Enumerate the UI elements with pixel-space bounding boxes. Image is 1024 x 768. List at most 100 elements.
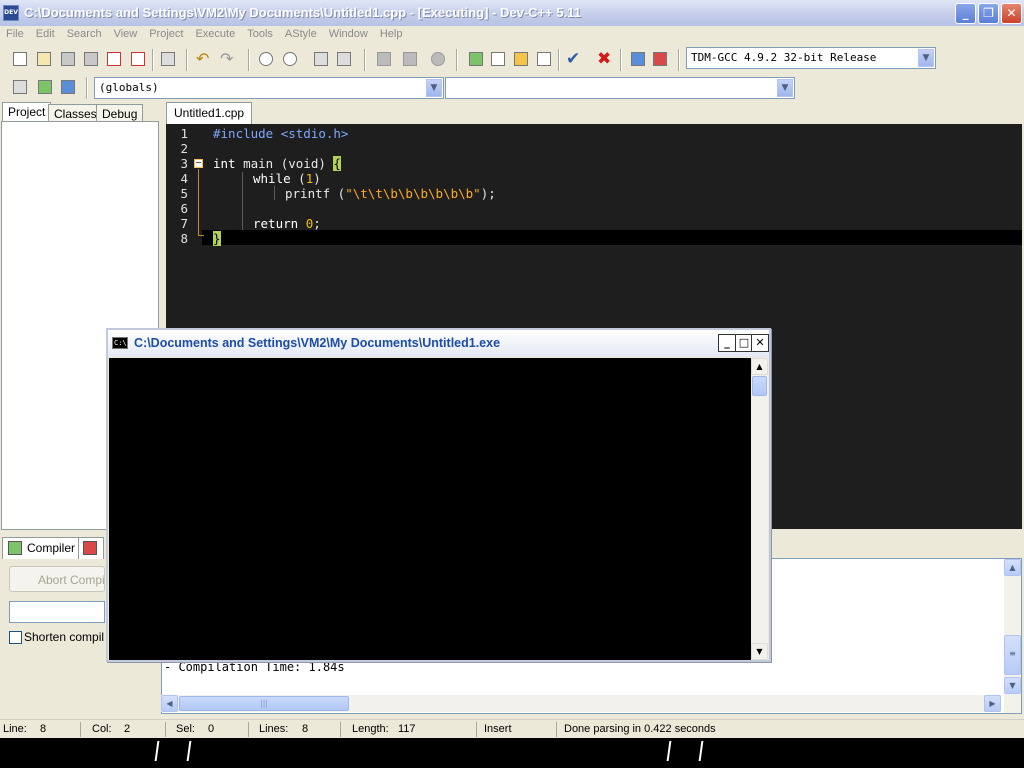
menu-help[interactable]: Help bbox=[374, 26, 409, 40]
shorten-paths-label: Shorten compiler paths bbox=[24, 630, 104, 644]
menu-astyle[interactable]: AStyle bbox=[279, 26, 323, 40]
resources-icon bbox=[83, 541, 97, 555]
line-number: 8 bbox=[180, 231, 188, 246]
log-vertical-scrollbar[interactable]: ▲ ≡ ▼ bbox=[1004, 559, 1021, 713]
scroll-thumb[interactable]: ||| bbox=[179, 696, 349, 711]
save-icon[interactable] bbox=[58, 49, 78, 69]
scroll-thumb[interactable]: ≡ bbox=[1004, 635, 1021, 675]
compile-log-line: - Compilation Time: 1.84s bbox=[164, 660, 345, 674]
scroll-thumb[interactable] bbox=[752, 376, 767, 396]
console-minimize-button[interactable]: _ bbox=[718, 334, 736, 352]
goto-line-icon[interactable] bbox=[311, 49, 331, 69]
scroll-right-icon[interactable]: ▶ bbox=[984, 695, 1001, 712]
find-icon[interactable] bbox=[256, 49, 276, 69]
status-message: Done parsing in 0.422 seconds bbox=[564, 723, 716, 735]
editor-tab-untitled1[interactable]: Untitled1.cpp bbox=[166, 102, 253, 124]
replace-icon[interactable] bbox=[280, 49, 300, 69]
new-file-icon[interactable] bbox=[10, 49, 30, 69]
console-window[interactable]: C:\ C:\Documents and Settings\VM2\My Doc… bbox=[106, 328, 771, 662]
menu-project[interactable]: Project bbox=[143, 26, 189, 40]
devcpp-app-icon[interactable]: DEV bbox=[3, 5, 19, 21]
abort-compilation-button[interactable]: Abort Compilation bbox=[9, 566, 105, 592]
new-project-icon[interactable] bbox=[466, 49, 486, 69]
fold-collapse-icon[interactable]: − bbox=[194, 159, 203, 168]
status-line-label: Line: bbox=[3, 723, 27, 735]
stop-execution-icon[interactable]: ✖ bbox=[597, 49, 617, 69]
check-syntax-icon[interactable]: ✔ bbox=[566, 49, 586, 69]
code-line-4: while (1) bbox=[253, 171, 321, 186]
fold-end bbox=[198, 235, 204, 236]
unindent-icon[interactable] bbox=[400, 49, 420, 69]
toggle-comment-icon[interactable] bbox=[428, 49, 448, 69]
save-all-icon[interactable] bbox=[81, 49, 101, 69]
line-number: 4 bbox=[180, 171, 188, 186]
scroll-down-icon[interactable]: ▼ bbox=[1004, 677, 1021, 694]
tab-project[interactable]: Project bbox=[2, 102, 52, 123]
desktop-strip bbox=[0, 738, 1024, 768]
window-title: C:\Documents and Settings\VM2\My Documen… bbox=[24, 5, 581, 20]
close-all-icon[interactable] bbox=[128, 49, 148, 69]
shorten-paths-checkbox[interactable] bbox=[9, 631, 22, 644]
redo-icon[interactable]: ↷ bbox=[220, 49, 240, 69]
status-col-value: 2 bbox=[124, 723, 131, 735]
close-button[interactable]: ✕ bbox=[1001, 3, 1022, 24]
project-window-icon[interactable] bbox=[488, 49, 508, 69]
console-vertical-scrollbar[interactable]: ▲ ▼ bbox=[751, 358, 768, 660]
status-col-label: Col: bbox=[92, 723, 112, 735]
status-length-value: 117 bbox=[398, 723, 416, 735]
line-number: 6 bbox=[180, 201, 188, 216]
project-options-icon[interactable] bbox=[511, 49, 531, 69]
console-output[interactable] bbox=[109, 358, 751, 660]
chevron-down-icon[interactable]: ▼ bbox=[918, 49, 934, 67]
print-icon[interactable] bbox=[158, 49, 178, 69]
scroll-down-icon[interactable]: ▼ bbox=[751, 643, 768, 660]
scroll-up-icon[interactable]: ▲ bbox=[1004, 559, 1021, 576]
menu-file[interactable]: File bbox=[0, 26, 30, 40]
menu-execute[interactable]: Execute bbox=[189, 26, 241, 40]
open-file-icon[interactable] bbox=[34, 49, 54, 69]
scope-select[interactable]: (globals) ▼ bbox=[94, 77, 444, 99]
indent-guide bbox=[242, 172, 243, 230]
scroll-left-icon[interactable]: ◀ bbox=[161, 695, 178, 712]
tab-compiler[interactable]: Compiler bbox=[2, 537, 81, 559]
menu-view[interactable]: View bbox=[108, 26, 144, 40]
tile-windows-icon[interactable] bbox=[534, 49, 554, 69]
status-sel-value: 0 bbox=[208, 723, 215, 735]
menu-bar: File Edit Search View Project Execute Tools ASt… bbox=[0, 26, 1024, 44]
menu-tools[interactable]: Tools bbox=[241, 26, 279, 40]
log-horizontal-scrollbar[interactable]: ◀ ||| ▶ bbox=[161, 695, 1001, 712]
maximize-button[interactable]: ❐ bbox=[978, 3, 999, 24]
tab-compiler-label: Compiler bbox=[27, 541, 76, 555]
main-title-bar[interactable]: DEV C:\Documents and Settings\VM2\My Doc… bbox=[0, 0, 1024, 26]
compiler-select[interactable]: TDM-GCC 4.9.2 32-bit Release ▼ bbox=[686, 47, 936, 69]
profile-chart-icon[interactable] bbox=[628, 49, 648, 69]
line-number: 3 bbox=[180, 156, 188, 171]
tab-resources[interactable] bbox=[78, 537, 104, 559]
menu-search[interactable]: Search bbox=[61, 26, 108, 40]
indent-icon[interactable] bbox=[374, 49, 394, 69]
status-line-value: 8 bbox=[40, 723, 47, 735]
goto-function-icon[interactable] bbox=[334, 49, 354, 69]
scope-select-value: (globals) bbox=[99, 81, 159, 94]
chevron-down-icon[interactable]: ▼ bbox=[777, 79, 793, 97]
undo-icon[interactable]: ↶ bbox=[196, 49, 216, 69]
console-close-button[interactable]: ✕ bbox=[751, 334, 769, 352]
goto-bookmark-icon[interactable] bbox=[58, 77, 78, 97]
console-app-icon[interactable]: C:\ bbox=[112, 337, 128, 349]
menu-edit[interactable]: Edit bbox=[30, 26, 61, 40]
delete-profile-icon[interactable] bbox=[650, 49, 670, 69]
code-line-7: return 0; bbox=[253, 216, 321, 231]
compiler-grid-icon bbox=[8, 541, 22, 555]
scroll-up-icon[interactable]: ▲ bbox=[751, 358, 768, 375]
function-select[interactable]: ▼ bbox=[445, 77, 795, 99]
close-file-icon[interactable] bbox=[104, 49, 124, 69]
toggle-bookmark-icon[interactable] bbox=[35, 77, 55, 97]
minimize-button[interactable]: _ bbox=[955, 3, 976, 24]
menu-window[interactable]: Window bbox=[323, 26, 374, 40]
chevron-down-icon[interactable]: ▼ bbox=[426, 79, 442, 97]
insert-icon[interactable] bbox=[10, 77, 30, 97]
compiler-params-field[interactable] bbox=[9, 601, 105, 623]
status-length-label: Length: bbox=[352, 723, 389, 735]
code-line-1: #include <stdio.h> bbox=[213, 126, 349, 141]
console-title-bar[interactable]: C:\ C:\Documents and Settings\VM2\My Doc… bbox=[108, 330, 769, 357]
